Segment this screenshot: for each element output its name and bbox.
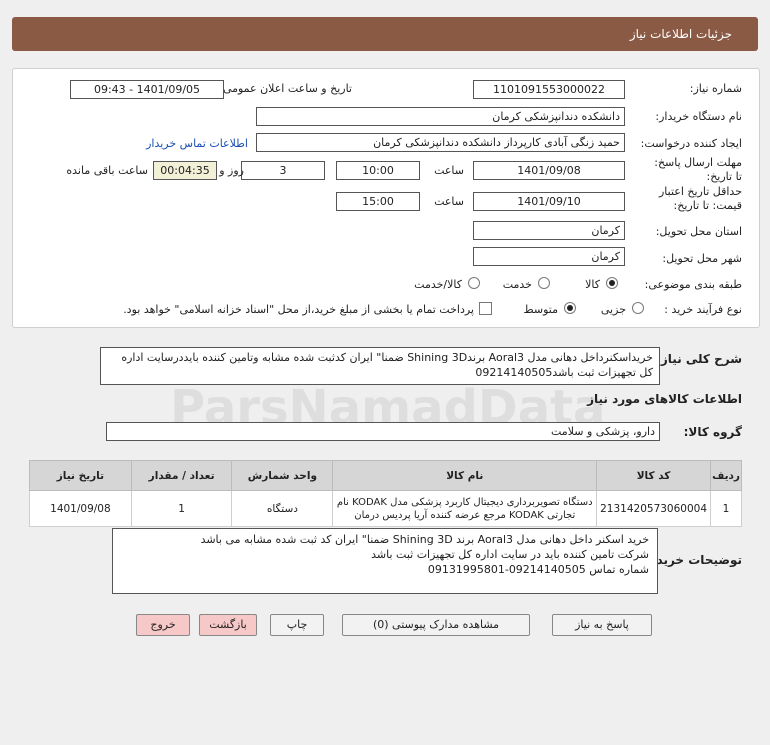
category-service-radio[interactable] xyxy=(538,277,550,289)
category-service-label: خدمت xyxy=(502,278,532,291)
buyer-notes-line-1: خرید اسکنر داخل دهانی مدل Aoral3 برند Sh… xyxy=(200,533,649,546)
cell-date: 1401/09/08 xyxy=(29,490,132,527)
buyer-notes-line-3: شماره تماس 09214140505-09131995801 xyxy=(427,563,649,576)
requester-field: حمید زنگی آبادی کارپرداز دانشکده دندانپز… xyxy=(256,133,625,152)
province-field: کرمان xyxy=(473,221,625,240)
goods-info-title: اطلاعات کالاهای مورد نیاز xyxy=(587,392,742,406)
deadline-date-field: 1401/09/08 xyxy=(473,161,625,180)
deadline-days-label: روز و xyxy=(219,164,244,177)
category-goods-label: کالا xyxy=(585,278,600,291)
need-number-label: شماره نیاز: xyxy=(689,82,742,95)
buyer-contact-link[interactable]: اطلاعات تماس خریدار xyxy=(146,137,248,150)
goods-group-field: دارو، پزشکی و سلامت xyxy=(106,422,660,441)
print-button[interactable]: چاپ xyxy=(270,614,324,636)
exit-button[interactable]: خروج xyxy=(136,614,190,636)
need-number-field: 1101091553000022 xyxy=(473,80,625,99)
goods-table: ردیف کد کالا نام کالا واحد شمارش تعداد /… xyxy=(29,460,742,527)
page-title: جزئیات اطلاعات نیاز xyxy=(629,27,732,41)
process-minor-label: جزیی xyxy=(600,303,626,316)
deadline-label: مهلت ارسال پاسخ: تا تاریخ: xyxy=(654,156,742,183)
page-header: جزئیات اطلاعات نیاز xyxy=(12,17,758,51)
cell-unit: دستگاه xyxy=(231,490,334,527)
process-medium-radio[interactable] xyxy=(564,302,576,314)
city-field: کرمان xyxy=(473,247,625,266)
treasury-payment-checkbox[interactable] xyxy=(479,302,492,315)
announce-label: تاریخ و ساعت اعلان عمومی: xyxy=(219,82,352,95)
deadline-days-field: 3 xyxy=(241,161,325,180)
summary-text: خریداسکنرداخل دهانی مدل Aoral3 برندShini… xyxy=(121,351,653,379)
back-button[interactable]: بازگشت xyxy=(199,614,257,636)
validity-time-label: ساعت xyxy=(434,195,464,208)
col-date: تاریخ نیاز xyxy=(29,460,132,491)
deadline-time-label: ساعت xyxy=(434,164,464,177)
col-qty: تعداد / مقدار xyxy=(130,460,233,491)
remaining-time-label: ساعت باقی مانده xyxy=(66,164,148,177)
validity-date-field: 1401/09/10 xyxy=(473,192,625,211)
table-header-row: ردیف کد کالا نام کالا واحد شمارش تعداد /… xyxy=(29,460,742,491)
view-attachments-button[interactable]: مشاهده مدارک پیوستی (0) xyxy=(342,614,530,636)
process-label: نوع فرآیند خرید : xyxy=(664,303,742,316)
city-label: شهر محل تحویل: xyxy=(662,252,742,265)
remaining-time-field: 00:04:35 xyxy=(153,161,217,180)
col-code: کد کالا xyxy=(596,460,712,491)
table-row: 1 2131420573060004 دستگاه تصویربرداری دی… xyxy=(29,490,742,527)
requester-label: ایجاد کننده درخواست: xyxy=(640,137,742,150)
treasury-payment-note: پرداخت تمام یا بخشی از مبلغ خرید،از محل … xyxy=(123,303,474,316)
category-label: طبقه بندی موضوعی: xyxy=(644,278,742,291)
buyer-notes-box: خرید اسکنر داخل دهانی مدل Aoral3 برند Sh… xyxy=(112,528,658,594)
validity-label: حداقل تاریخ اعتبار قیمت: تا تاریخ: xyxy=(658,185,742,212)
category-goods-service-radio[interactable] xyxy=(468,277,480,289)
buyer-org-field: دانشکده دندانپزشکی کرمان xyxy=(256,107,625,126)
col-unit: واحد شمارش xyxy=(231,460,334,491)
cell-name: دستگاه تصویربرداری دیجیتال کاربرد پزشکی … xyxy=(332,490,598,527)
summary-label: شرح کلی نیاز: xyxy=(656,352,742,366)
col-row: ردیف xyxy=(710,460,742,491)
category-goods-service-label: کالا/خدمت xyxy=(414,278,462,291)
process-minor-radio[interactable] xyxy=(632,302,644,314)
category-goods-radio[interactable] xyxy=(606,277,618,289)
cell-code: 2131420573060004 xyxy=(596,490,712,527)
deadline-time-field: 10:00 xyxy=(336,161,420,180)
col-name: نام کالا xyxy=(332,460,598,491)
goods-group-label: گروه کالا: xyxy=(683,425,742,439)
province-label: استان محل تحویل: xyxy=(655,225,742,238)
validity-time-field: 15:00 xyxy=(336,192,420,211)
cell-qty: 1 xyxy=(130,490,233,527)
reply-button[interactable]: پاسخ به نیاز xyxy=(552,614,652,636)
buyer-notes-line-2: شرکت تامین کننده باید در سایت اداره کل ت… xyxy=(371,548,649,561)
cell-row: 1 xyxy=(710,490,742,527)
process-medium-label: متوسط xyxy=(523,303,558,316)
buyer-org-label: نام دستگاه خریدار: xyxy=(655,110,742,123)
announce-field: 1401/09/05 - 09:43 xyxy=(70,80,224,99)
